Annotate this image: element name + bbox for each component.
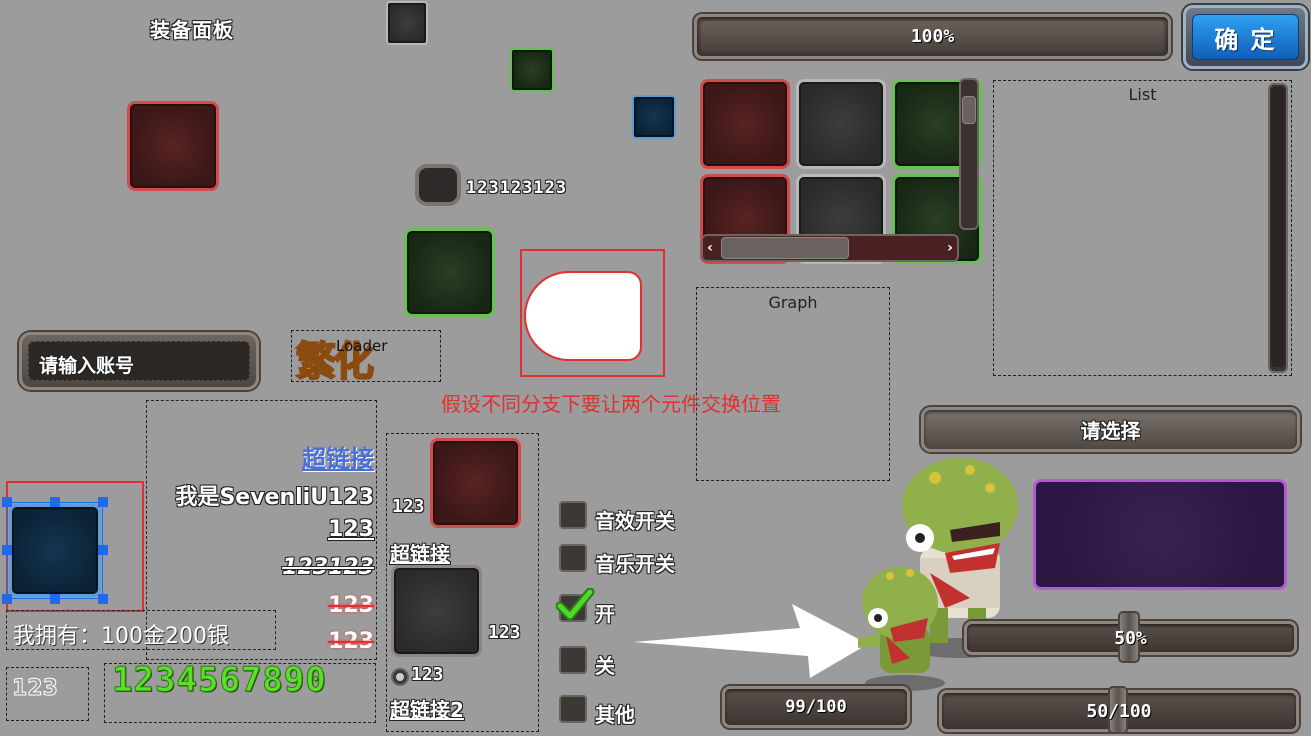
grid-vertical-scrollbar[interactable] bbox=[959, 78, 979, 230]
checkbox-on-label: 开 bbox=[595, 602, 615, 626]
list-scrollbar[interactable] bbox=[1268, 83, 1288, 373]
arrow-pointer bbox=[634, 604, 868, 678]
purple-panel bbox=[1033, 479, 1287, 590]
list-title: List bbox=[1128, 85, 1157, 104]
confirm-button-face: 确 定 bbox=[1192, 14, 1299, 60]
highlight-frame-shape bbox=[520, 249, 665, 377]
resize-handle[interactable] bbox=[98, 594, 108, 604]
grid-vertical-scroll-thumb[interactable] bbox=[962, 96, 976, 124]
resize-handle[interactable] bbox=[2, 594, 12, 604]
scroll-right-icon[interactable]: › bbox=[943, 238, 957, 258]
top-progress-bar: 100% bbox=[694, 14, 1171, 59]
zombie-character bbox=[858, 458, 1018, 691]
checkbox-music[interactable] bbox=[559, 544, 587, 572]
resize-handle[interactable] bbox=[2, 497, 12, 507]
resize-handle[interactable] bbox=[2, 545, 12, 555]
account-input-placeholder: 请输入账号 bbox=[39, 355, 135, 377]
account-input[interactable]: 请输入账号 bbox=[19, 332, 259, 390]
middle-item-slot-gray[interactable] bbox=[391, 565, 482, 657]
radio-button[interactable] bbox=[391, 668, 409, 686]
select-button-label: 请选择 bbox=[1080, 419, 1141, 443]
checkbox-sound[interactable] bbox=[559, 501, 587, 529]
confirm-button[interactable]: 确 定 bbox=[1183, 5, 1308, 69]
middle-link1[interactable]: 超链接 bbox=[390, 538, 450, 567]
octagon-slot-label: 123123123 bbox=[466, 178, 568, 198]
checkmark-icon bbox=[555, 587, 596, 624]
radio-dot bbox=[396, 673, 404, 681]
hp-bar: 99/100 bbox=[722, 686, 910, 728]
rich-text-line3: 123123 bbox=[282, 555, 374, 580]
grid-horizontal-scroll-thumb[interactable] bbox=[721, 237, 849, 259]
checkbox-other[interactable] bbox=[559, 695, 587, 723]
rich-text-link[interactable]: 超链接 bbox=[302, 439, 374, 474]
resize-handle[interactable] bbox=[50, 594, 60, 604]
middle-slot-label: 123 bbox=[392, 496, 425, 517]
resize-handle[interactable] bbox=[98, 545, 108, 555]
confirm-button-label: 确 定 bbox=[1214, 25, 1277, 54]
checkbox-other-label: 其他 bbox=[595, 703, 635, 727]
octagon-slot[interactable] bbox=[415, 164, 461, 206]
graph-title: Graph bbox=[768, 293, 818, 312]
panel-title: 装备面板 bbox=[150, 18, 234, 42]
mp-bar-label: 50/100 bbox=[1086, 700, 1152, 722]
hp-bar-label: 99/100 bbox=[785, 697, 847, 717]
checkbox-off[interactable] bbox=[559, 646, 587, 674]
checkbox-music-label: 音乐开关 bbox=[595, 552, 675, 576]
small-number: 123 bbox=[12, 676, 59, 702]
rich-text-line2: 123 bbox=[328, 517, 374, 542]
selection-box bbox=[7, 502, 103, 599]
grid-slot[interactable] bbox=[700, 79, 790, 169]
note-text: 假设不同分支下要让两个元件交换位置 bbox=[441, 392, 781, 416]
top-progress-label: 100% bbox=[910, 26, 955, 47]
rich-text-line4: 123 bbox=[328, 593, 374, 618]
list-panel: List bbox=[993, 80, 1292, 376]
item-slot-large-green[interactable] bbox=[404, 228, 495, 317]
select-button[interactable]: 请选择 bbox=[921, 407, 1300, 452]
list-scroll-thumb[interactable] bbox=[1271, 87, 1285, 367]
middle-link2[interactable]: 超链接2 bbox=[390, 694, 464, 723]
rich-text-line1: 我是SevenliU123 bbox=[175, 485, 374, 510]
scroll-left-icon[interactable]: ‹ bbox=[703, 238, 717, 258]
loader-panel: 繁化 Loader bbox=[291, 330, 441, 386]
graph-panel: Graph bbox=[696, 287, 890, 481]
big-number: 1234567890 bbox=[112, 660, 327, 701]
white-blob-shape bbox=[524, 271, 642, 361]
rich-text-line5: 123 bbox=[328, 629, 374, 654]
grid-horizontal-scrollbar[interactable]: ‹ › bbox=[701, 234, 959, 262]
grid-slot[interactable] bbox=[796, 79, 886, 169]
item-slot-large-red[interactable] bbox=[127, 101, 219, 191]
item-slot-top-gray[interactable] bbox=[386, 1, 428, 45]
checkbox-off-label: 关 bbox=[595, 654, 615, 678]
percent-slider-label: 50% bbox=[1114, 627, 1147, 649]
resize-handle[interactable] bbox=[50, 497, 60, 507]
resize-handle[interactable] bbox=[98, 497, 108, 507]
account-input-field[interactable]: 请输入账号 bbox=[28, 341, 250, 381]
item-slot-small-blue[interactable] bbox=[632, 95, 676, 139]
owned-text: 我拥有：100金200银 bbox=[13, 624, 229, 649]
checkbox-sound-label: 音效开关 bbox=[595, 509, 675, 533]
middle-slot2-label: 123 bbox=[488, 622, 521, 643]
item-slot-small-green[interactable] bbox=[510, 48, 554, 92]
loader-title: Loader bbox=[336, 337, 388, 355]
radio-label: 123 bbox=[411, 664, 444, 685]
middle-item-slot-red[interactable] bbox=[430, 438, 521, 528]
item-grid: ‹ › bbox=[697, 76, 985, 266]
